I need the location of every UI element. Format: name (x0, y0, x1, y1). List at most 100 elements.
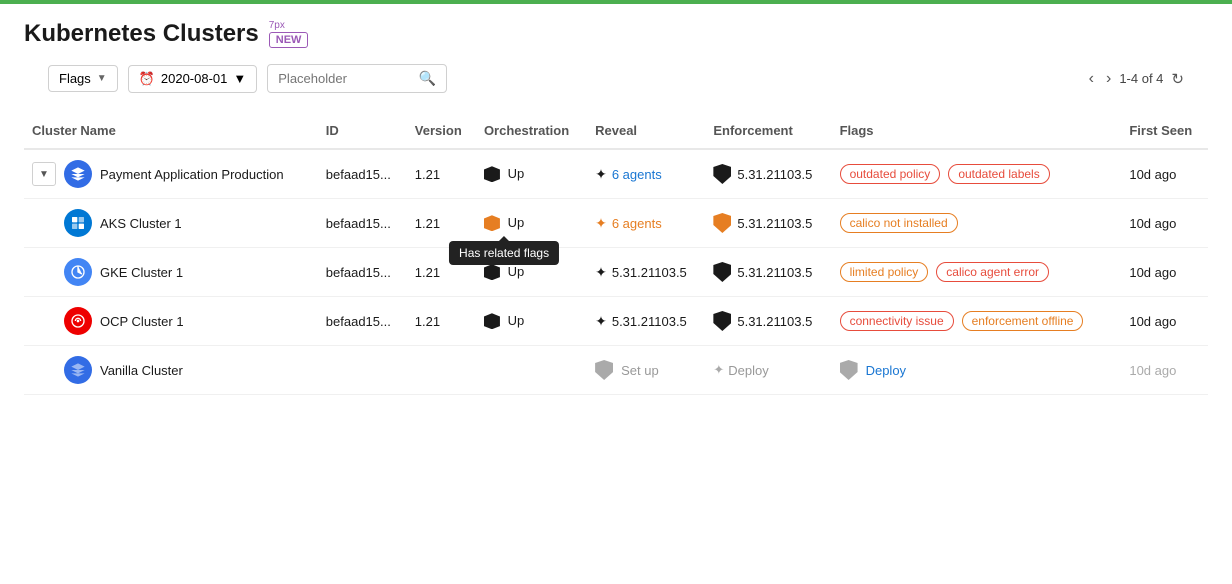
cluster-name-label: AKS Cluster 1 (100, 216, 182, 231)
enforcement-cell: 5.31.21103.5 (705, 199, 831, 248)
th-cluster-name: Cluster Name (24, 113, 318, 149)
orchestration-cell (476, 346, 587, 395)
cluster-icon (64, 209, 92, 237)
next-page-button[interactable]: › (1102, 68, 1115, 90)
cluster-version: 1.21 (407, 297, 476, 346)
px-label: 7px (269, 20, 285, 31)
th-enforcement: Enforcement (705, 113, 831, 149)
table-header: Cluster Name ID Version Orchestration Re… (24, 113, 1208, 149)
toolbar: Flags ▼ ⏰ 2020-08-01 ▼ 🔍 ‹ › 1-4 of 4 ↻ (24, 64, 1208, 105)
refresh-button[interactable]: ↻ (1171, 70, 1184, 88)
shield-icon (713, 213, 731, 233)
flags-filter-button[interactable]: Flags ▼ (48, 65, 118, 92)
flags-cell: connectivity issue enforcement offline (832, 297, 1122, 346)
shield-icon (713, 311, 731, 331)
cluster-name-cell: ▼ Payment Application Production (24, 149, 318, 199)
cluster-icon (64, 258, 92, 286)
agents-link[interactable]: 6 agents (612, 216, 662, 231)
th-version: Version (407, 113, 476, 149)
tag-icon (484, 166, 500, 182)
cluster-name-cell: Vanilla Cluster (24, 346, 318, 395)
orchestration-cell: Up (476, 149, 587, 199)
clusters-table: Cluster Name ID Version Orchestration Re… (24, 113, 1208, 395)
enforcement-cell: 5.31.21103.5 (705, 248, 831, 297)
deploy-link-2[interactable]: Deploy (840, 360, 1114, 380)
first-seen: 10d ago (1121, 199, 1208, 248)
reveal-cell: ✦ 5.31.21103.5 (587, 248, 705, 297)
page-title: Kubernetes Clusters (24, 20, 259, 48)
tooltip: Has related flags (449, 241, 559, 265)
cluster-version (407, 346, 476, 395)
flags-cell: Deploy (832, 346, 1122, 395)
pagination: ‹ › 1-4 of 4 ↻ (1085, 68, 1184, 90)
agents-icon: ✦ (595, 166, 607, 183)
table-row: AKS Cluster 1 befaad15... 1.21 Up Has re… (24, 199, 1208, 248)
enforcement-cell: ✦ Deploy (705, 346, 831, 395)
pagination-label: 1-4 of 4 (1119, 71, 1163, 86)
reveal-cell: ✦ 6 agents (587, 149, 705, 199)
orchestration-status: Up (508, 313, 525, 328)
search-input[interactable] (278, 71, 413, 86)
enforcement-version: 5.31.21103.5 (737, 216, 812, 231)
flag-tag: outdated labels (948, 164, 1049, 184)
reveal-value: 5.31.21103.5 (612, 314, 687, 329)
orchestration-status: Up (508, 264, 525, 279)
shield-icon (713, 262, 731, 282)
table-row: OCP Cluster 1 befaad15... 1.21 Up ✦ 5.31… (24, 297, 1208, 346)
new-badge-wrap: 7px NEW (269, 20, 309, 48)
cluster-icon (64, 160, 92, 188)
shield-icon-disabled (840, 360, 858, 380)
flag-tag: calico agent error (936, 262, 1049, 282)
search-button[interactable]: 🔍 (419, 70, 436, 87)
th-id: ID (318, 113, 407, 149)
cluster-id (318, 346, 407, 395)
orchestration-status: Up (508, 166, 525, 181)
expand-button[interactable]: ▼ (32, 162, 56, 186)
flags-cell: calico not installed (832, 199, 1122, 248)
flags-label: Flags (59, 71, 91, 86)
chevron-down-icon-date: ▼ (233, 71, 246, 86)
shield-icon (713, 164, 731, 184)
cluster-id: befaad15... (318, 248, 407, 297)
first-seen: 10d ago (1121, 346, 1208, 395)
flag-tag: enforcement offline (962, 311, 1084, 331)
agents-link[interactable]: 6 agents (612, 167, 662, 182)
reveal-cell: Set up (587, 346, 705, 395)
header: Kubernetes Clusters 7px NEW Flags ▼ ⏰ 20… (0, 4, 1232, 113)
agents-icon: ✦ (595, 215, 607, 232)
date-label: 2020-08-01 (161, 71, 228, 86)
cluster-id: befaad15... (318, 297, 407, 346)
clock-icon: ⏰ (139, 71, 155, 87)
setup-link[interactable]: Set up (595, 360, 697, 380)
th-orchestration: Orchestration (476, 113, 587, 149)
cluster-icon (64, 356, 92, 384)
enforcement-version: 5.31.21103.5 (737, 167, 812, 182)
first-seen: 10d ago (1121, 297, 1208, 346)
title-row: Kubernetes Clusters 7px NEW (24, 20, 1208, 48)
deploy-icon-1: ✦ (713, 362, 724, 378)
cluster-id: befaad15... (318, 199, 407, 248)
flag-tag: connectivity issue (840, 311, 954, 331)
table-wrap: Cluster Name ID Version Orchestration Re… (0, 113, 1232, 395)
flag-tag: calico not installed (840, 213, 958, 233)
reveal-value: 5.31.21103.5 (612, 265, 687, 280)
prev-page-button[interactable]: ‹ (1085, 68, 1098, 90)
enforcement-version: 5.31.21103.5 (737, 314, 812, 329)
tag-icon-disabled (595, 360, 613, 380)
enforcement-version: 5.31.21103.5 (737, 265, 812, 280)
chevron-down-icon: ▼ (97, 73, 107, 84)
search-wrap: 🔍 (267, 64, 447, 93)
cluster-name-label: Payment Application Production (100, 167, 284, 182)
date-filter-button[interactable]: ⏰ 2020-08-01 ▼ (128, 65, 258, 93)
cluster-name-cell: GKE Cluster 1 (24, 248, 318, 297)
th-reveal: Reveal (587, 113, 705, 149)
reveal-cell: ✦ 6 agents (587, 199, 705, 248)
cluster-version: 1.21 (407, 199, 476, 248)
table-row-vanilla: Vanilla Cluster Set up ✦ Deploy (24, 346, 1208, 395)
cluster-name-label: Vanilla Cluster (100, 363, 183, 378)
reveal-cell: ✦ 5.31.21103.5 (587, 297, 705, 346)
table-body: ▼ Payment Application Production befaad1… (24, 149, 1208, 395)
flag-tag: outdated policy (840, 164, 941, 184)
deploy-link-1[interactable]: ✦ Deploy (713, 362, 823, 378)
enforcement-cell: 5.31.21103.5 (705, 149, 831, 199)
